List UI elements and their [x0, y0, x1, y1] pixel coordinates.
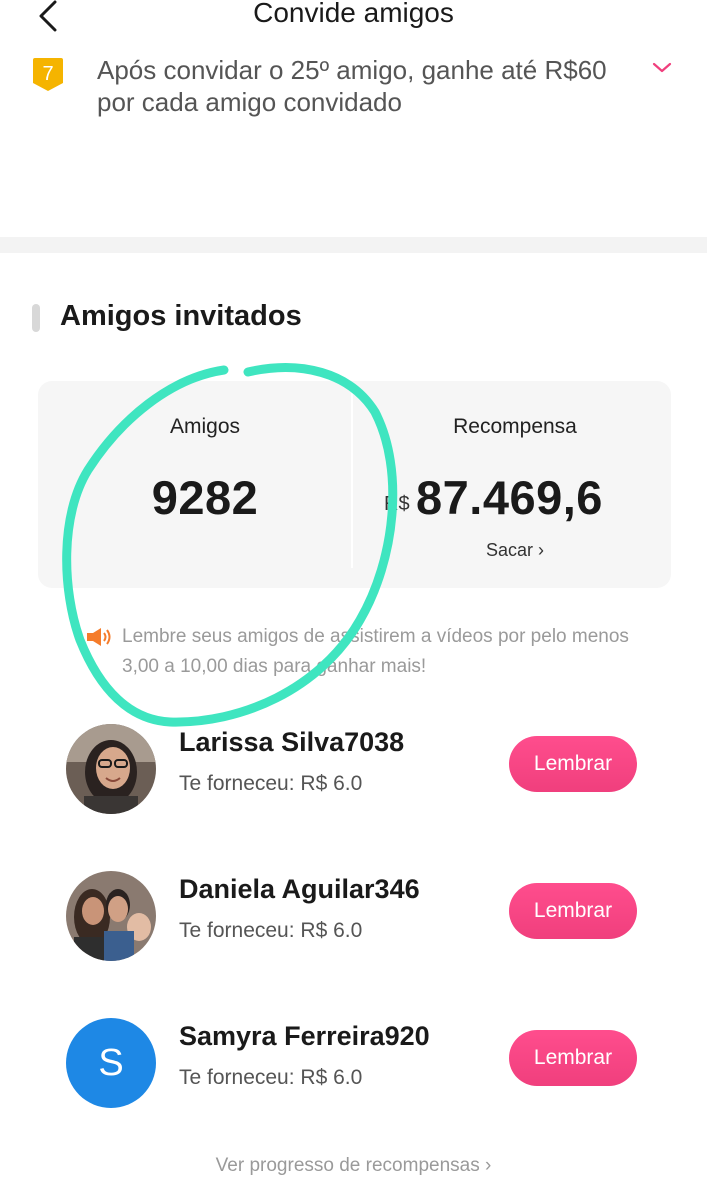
section-title: Amigos invitados — [60, 300, 302, 332]
stats-divider — [351, 383, 353, 568]
rewards-progress-link[interactable]: Ver progresso de recompensas › — [0, 1155, 707, 1177]
friend-name: Samyra Ferreira920 — [179, 1021, 430, 1051]
avatar — [66, 724, 156, 814]
reward-value: 87.469,6 — [416, 471, 603, 524]
friend-reward: Te forneceu: R$ 6.0 — [179, 772, 363, 795]
withdraw-link[interactable]: Sacar › — [470, 540, 560, 561]
speaker-icon — [86, 627, 112, 647]
friend-name: Daniela Aguilar346 — [179, 874, 420, 904]
reminder-notice: Lembre seus amigos de assistirem a vídeo… — [122, 626, 629, 677]
remind-button[interactable]: Lembrar — [509, 1030, 637, 1086]
remind-button[interactable]: Lembrar — [509, 736, 637, 792]
friends-count-value: 9282 — [151, 471, 259, 524]
top-bar: Convide amigos — [0, 0, 707, 40]
section-marker — [32, 304, 40, 332]
friend-list-item: Daniela Aguilar346 Te forneceu: R$ 6.0 L… — [0, 871, 707, 971]
friend-reward: Te forneceu: R$ 6.0 — [179, 919, 363, 942]
friend-list-item: S Samyra Ferreira920 Te forneceu: R$ 6.0… — [0, 1018, 707, 1118]
level-badge: 7 — [32, 56, 64, 92]
reward-currency: R$ — [384, 493, 410, 515]
avatar-initial: S — [98, 1041, 124, 1084]
friend-name: Larissa Silva7038 — [179, 727, 405, 757]
friends-count-label: Amigos — [169, 415, 241, 438]
avatar — [66, 871, 156, 961]
page-title: Convide amigos — [253, 0, 454, 28]
task-description: Após convidar o 25º amigo, ganhe até R$6… — [97, 55, 607, 117]
reward-label: Recompensa — [453, 415, 577, 438]
invite-task-banner: 7 Após convidar o 25º amigo, ganhe até R… — [30, 52, 690, 122]
chevron-down-icon — [652, 62, 672, 73]
friend-reward: Te forneceu: R$ 6.0 — [179, 1066, 363, 1089]
avatar: S — [66, 1018, 156, 1108]
level-number: 7 — [42, 63, 53, 85]
section-divider — [0, 237, 707, 253]
friend-list-item: Larissa Silva7038 Te forneceu: R$ 6.0 Le… — [0, 724, 707, 824]
remind-button[interactable]: Lembrar — [509, 883, 637, 939]
expand-button[interactable] — [650, 56, 674, 80]
